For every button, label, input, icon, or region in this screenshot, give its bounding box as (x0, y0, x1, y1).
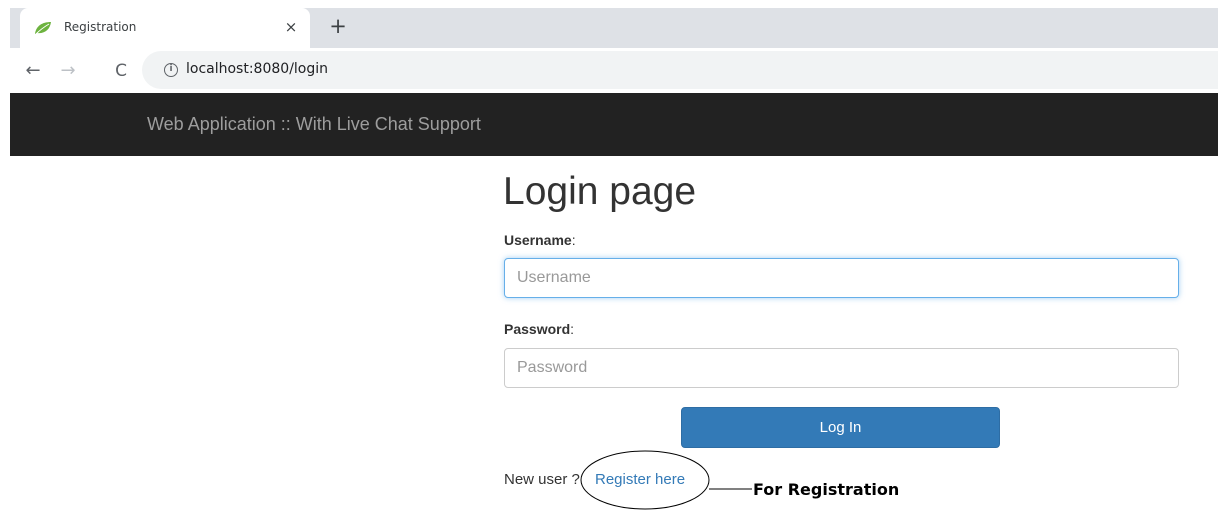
navbar-brand[interactable]: Web Application :: With Live Chat Suppor… (147, 114, 481, 135)
browser-tab-strip: Registration × + (0, 0, 1218, 48)
username-label-colon: : (571, 232, 576, 248)
page-title: Login page (503, 170, 697, 213)
site-info-icon[interactable]: i (164, 63, 178, 77)
annotation-ellipse (580, 450, 710, 510)
back-arrow-icon[interactable]: ← (22, 60, 44, 82)
browser-toolbar: ← → C i localhost:8080/login (10, 48, 1218, 93)
username-label: Username: (504, 232, 576, 248)
annotation-callout (580, 450, 752, 510)
annotation-label: For Registration (753, 480, 900, 499)
username-label-text: Username (504, 232, 572, 248)
new-tab-icon[interactable]: + (327, 15, 349, 37)
tab-close-icon[interactable]: × (281, 17, 301, 37)
spring-leaf-icon (35, 22, 51, 35)
login-button[interactable]: Log In (681, 407, 1000, 448)
reload-icon[interactable]: C (110, 60, 132, 82)
forward-arrow-icon[interactable]: → (57, 60, 79, 82)
password-label-colon: : (570, 321, 575, 337)
app-navbar: Web Application :: With Live Chat Suppor… (10, 93, 1218, 156)
url-text[interactable]: localhost:8080/login (186, 61, 328, 77)
address-bar[interactable]: i localhost:8080/login (142, 51, 1218, 89)
tab-title: Registration (64, 20, 137, 34)
password-input[interactable] (504, 348, 1179, 388)
password-label: Password: (504, 321, 574, 337)
browser-tab[interactable]: Registration × (20, 8, 310, 48)
password-label-text: Password (504, 321, 571, 337)
username-input[interactable] (504, 258, 1179, 298)
